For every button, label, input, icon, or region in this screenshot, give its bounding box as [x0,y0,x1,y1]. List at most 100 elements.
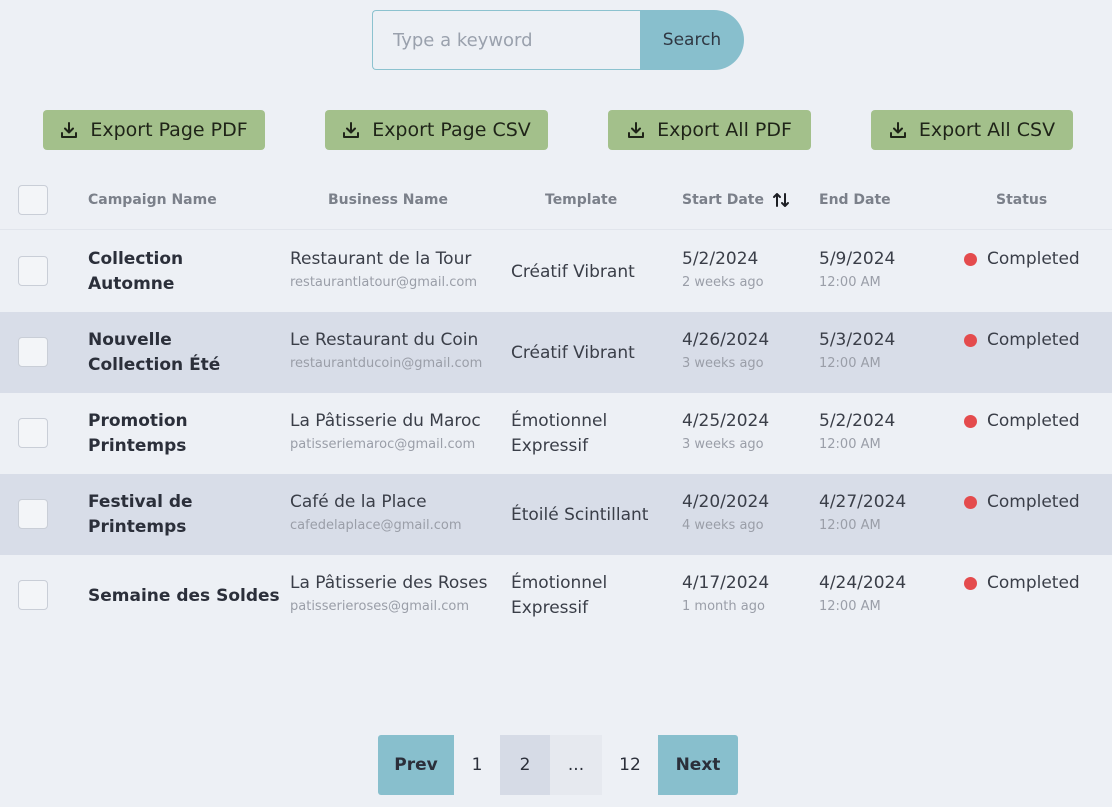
business-email: patisseriemaroc@gmail.com [290,437,476,452]
export-page-pdf-button[interactable]: Export Page PDF [43,110,265,150]
start-date: 4/25/2024 [682,411,770,431]
template-name: Créatif Vibrant [511,343,635,363]
row-checkbox[interactable] [18,499,48,529]
end-time: 12:00 AM [819,356,881,371]
end-time: 12:00 AM [819,437,881,452]
page-1-button[interactable]: 1 [454,735,500,795]
status-label: Completed [987,249,1080,269]
page-ellipsis: ... [550,735,602,795]
header-end-date[interactable]: End Date [819,170,891,230]
business-cell: Le Restaurant du Coin restaurantducoin@g… [290,329,482,374]
export-page-csv-button[interactable]: Export Page CSV [325,110,548,150]
business-email: patisserieroses@gmail.com [290,599,469,614]
row-checkbox[interactable] [18,418,48,448]
table-row[interactable]: Festival de Printemps Café de la Place c… [0,474,1112,555]
start-date-relative: 1 month ago [682,599,765,614]
status-dot-icon [964,576,977,590]
business-email: restaurantducoin@gmail.com [290,356,483,371]
export-all-csv-button[interactable]: Export All CSV [871,110,1073,150]
export-all-pdf-button[interactable]: Export All PDF [608,110,811,150]
header-status[interactable]: Status [996,170,1047,230]
business-cell: Café de la Place cafedelaplace@gmail.com [290,491,462,536]
start-date: 4/20/2024 [682,492,770,512]
end-date: 5/2/2024 [819,411,896,431]
download-icon [343,122,360,138]
end-date-cell: 5/9/2024 12:00 AM [819,248,895,293]
row-checkbox[interactable] [18,256,48,286]
table-row[interactable]: Promotion Printemps La Pâtisserie du Mar… [0,393,1112,474]
table-row[interactable]: Nouvelle Collection Été Le Restaurant du… [0,312,1112,393]
export-page-csv-label: Export Page CSV [372,119,531,141]
campaign-name: Festival de Printemps [88,492,193,537]
status-dot-icon [964,252,977,266]
table-row[interactable]: Collection Automne Restaurant de la Tour… [0,231,1112,312]
header-campaign-name[interactable]: Campaign Name [88,170,217,230]
header-start-date[interactable]: Start Date [682,170,790,230]
status-badge: Completed [964,572,1080,594]
template-name: Émotionnel Expressif [511,573,608,618]
business-cell: La Pâtisserie du Maroc patisseriemaroc@g… [290,410,481,455]
business-cell: La Pâtisserie des Roses patisserieroses@… [290,572,487,617]
download-icon [889,122,906,138]
start-date-relative: 3 weeks ago [682,437,764,452]
start-date-cell: 5/2/2024 2 weeks ago [682,248,764,293]
status-badge: Completed [964,329,1080,351]
business-email: cafedelaplace@gmail.com [290,518,462,533]
status-badge: Completed [964,410,1080,432]
business-name: Restaurant de la Tour [290,249,472,269]
status-badge: Completed [964,491,1080,513]
start-date-cell: 4/20/2024 4 weeks ago [682,491,769,536]
export-all-csv-label: Export All CSV [918,119,1056,141]
status-dot-icon [964,414,977,428]
pagination: Prev 1 2 ... 12 Next [378,735,738,795]
status-badge: Completed [964,248,1080,270]
start-date-relative: 2 weeks ago [682,275,764,290]
end-date-cell: 4/27/2024 12:00 AM [819,491,906,536]
end-date-cell: 5/3/2024 12:00 AM [819,329,895,374]
page-2-button[interactable]: 2 [500,735,550,795]
start-date-relative: 3 weeks ago [682,356,764,371]
template-name: Créatif Vibrant [511,262,635,282]
business-email: restaurantlatour@gmail.com [290,275,477,290]
next-page-button[interactable]: Next [658,735,738,795]
table-header: Campaign Name Business Name Template Sta… [0,170,1112,230]
start-date: 4/26/2024 [682,330,770,350]
row-checkbox[interactable] [18,580,48,610]
end-date: 4/24/2024 [819,573,907,593]
start-date-cell: 4/17/2024 1 month ago [682,572,769,617]
end-date: 5/9/2024 [819,249,896,269]
campaign-name: Promotion Printemps [88,411,188,456]
sort-arrows-icon[interactable] [772,191,790,209]
business-cell: Restaurant de la Tour restaurantlatour@g… [290,248,477,293]
business-name: Café de la Place [290,492,427,512]
table-row[interactable]: Semaine des Soldes La Pâtisserie des Ros… [0,555,1112,636]
campaign-name: Collection Automne [88,249,184,294]
row-checkbox[interactable] [18,337,48,367]
search-button[interactable]: Search [640,10,744,70]
end-time: 12:00 AM [819,599,881,614]
end-time: 12:00 AM [819,275,881,290]
export-page-pdf-label: Export Page PDF [90,119,248,141]
campaign-name: Nouvelle Collection Été [88,330,221,375]
search-input[interactable] [372,10,640,70]
start-date: 5/2/2024 [682,249,759,269]
search-bar: Search [372,10,744,70]
prev-page-button[interactable]: Prev [378,735,454,795]
header-template[interactable]: Template [545,170,617,230]
page-12-button[interactable]: 12 [602,735,658,795]
status-dot-icon [964,495,977,509]
template-name: Étoilé Scintillant [511,505,649,525]
start-date-cell: 4/26/2024 3 weeks ago [682,329,769,374]
business-name: La Pâtisserie des Roses [290,573,488,593]
campaign-name: Semaine des Soldes [88,586,280,606]
header-business-name[interactable]: Business Name [328,170,448,230]
business-name: La Pâtisserie du Maroc [290,411,481,431]
end-date-cell: 4/24/2024 12:00 AM [819,572,906,617]
template-name: Émotionnel Expressif [511,411,608,456]
select-all-checkbox[interactable] [18,185,48,215]
end-time: 12:00 AM [819,518,881,533]
download-icon [628,122,645,138]
download-icon [61,122,78,138]
end-date: 5/3/2024 [819,330,896,350]
status-label: Completed [987,330,1080,350]
